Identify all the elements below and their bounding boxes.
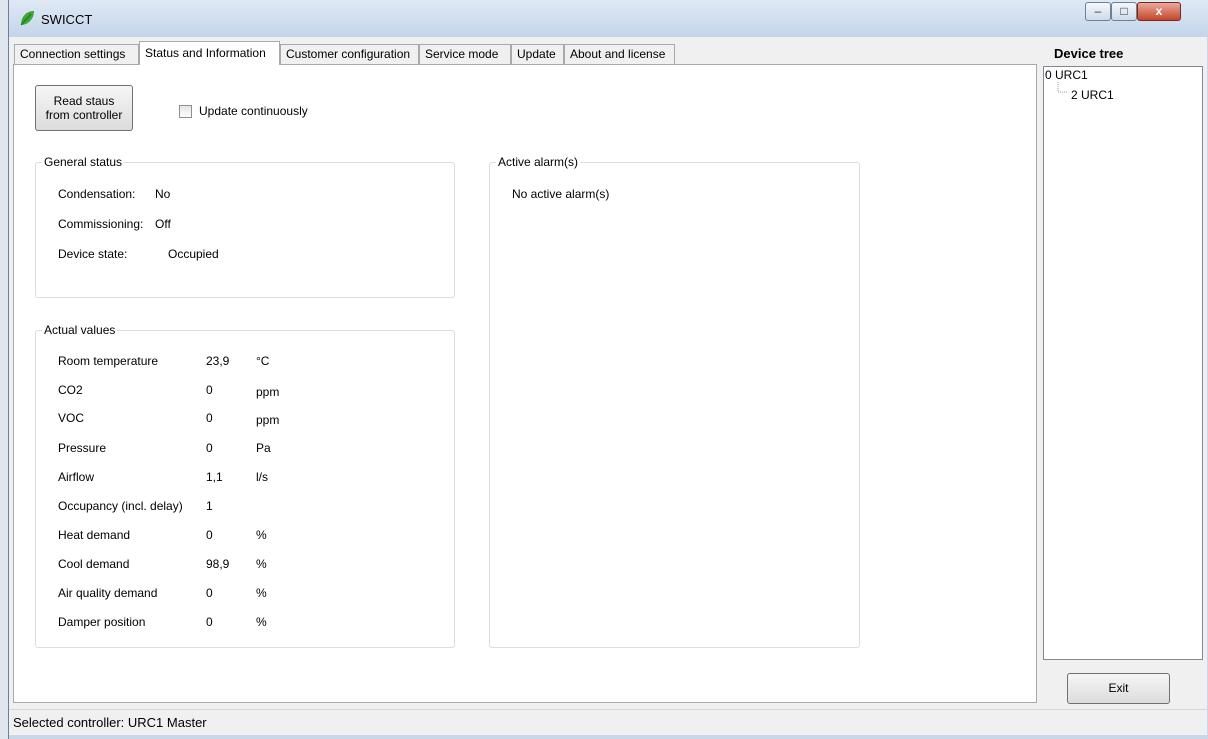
air-quality-demand-value: 0 bbox=[206, 586, 213, 600]
device-state-label: Device state: bbox=[58, 247, 128, 261]
maximize-button[interactable]: □ bbox=[1111, 2, 1137, 21]
tab-about-and-license[interactable]: About and license bbox=[564, 44, 675, 64]
exit-button[interactable]: Exit bbox=[1067, 673, 1170, 704]
status-bar: Selected controller: URC1 Master bbox=[9, 709, 1207, 733]
tree-node-2-urc1[interactable]: 2 URC1 bbox=[1071, 88, 1114, 102]
heat-demand-unit: % bbox=[256, 528, 267, 542]
condensation-label: Condensation: bbox=[58, 187, 136, 201]
leaf-logo-icon bbox=[20, 11, 34, 26]
air-quality-demand-label: Air quality demand bbox=[58, 586, 158, 600]
co2-label: CO2 bbox=[58, 383, 83, 397]
client-area: Connection settings Status and Informati… bbox=[9, 37, 1207, 735]
heat-demand-label: Heat demand bbox=[58, 528, 131, 542]
device-tree-heading: Device tree bbox=[1054, 46, 1124, 61]
room-temperature-value: 23,9 bbox=[206, 354, 230, 368]
damper-position-unit: % bbox=[256, 615, 267, 629]
title-bar: SWICCT – □ x bbox=[9, 0, 1208, 37]
tab-service-mode[interactable]: Service mode bbox=[419, 44, 511, 64]
co2-unit: ppm bbox=[256, 385, 280, 399]
update-continuously-checkbox[interactable] bbox=[179, 105, 192, 118]
active-alarms-group: Active alarm(s) No active alarm(s) bbox=[489, 155, 860, 648]
device-tree[interactable]: 0 URC1 2 URC1 bbox=[1043, 66, 1203, 660]
voc-label: VOC bbox=[58, 411, 85, 425]
co2-value: 0 bbox=[206, 383, 213, 397]
tab-connection-settings[interactable]: Connection settings bbox=[14, 44, 139, 64]
air-quality-demand-unit: % bbox=[256, 586, 267, 600]
minimize-button[interactable]: – bbox=[1085, 2, 1111, 21]
active-alarms-title: Active alarm(s) bbox=[496, 155, 581, 169]
room-temperature-unit: °C bbox=[256, 354, 270, 368]
tab-customer-configuration[interactable]: Customer configuration bbox=[280, 44, 419, 64]
cool-demand-label: Cool demand bbox=[58, 557, 130, 571]
window-title: SWICCT bbox=[41, 12, 93, 27]
airflow-unit: l/s bbox=[256, 470, 268, 484]
general-status-title: General status bbox=[42, 155, 125, 169]
pressure-value: 0 bbox=[206, 441, 213, 455]
general-status-group: General status Condensation: No Commissi… bbox=[35, 155, 455, 298]
tree-connector-icon bbox=[1057, 82, 1068, 93]
commissioning-value: Off bbox=[155, 217, 171, 231]
occupancy-label: Occupancy (incl. delay) bbox=[58, 499, 183, 513]
voc-unit: ppm bbox=[256, 413, 280, 427]
heat-demand-value: 0 bbox=[206, 528, 213, 542]
cool-demand-unit: % bbox=[256, 557, 267, 571]
tree-node-0-urc1[interactable]: 0 URC1 bbox=[1045, 68, 1088, 82]
cool-demand-value: 98,9 bbox=[206, 557, 230, 571]
status-text: Selected controller: URC1 Master bbox=[13, 715, 207, 730]
app-window: SWICCT – □ x Connection settings Status … bbox=[8, 0, 1208, 739]
occupancy-value: 1 bbox=[206, 499, 213, 513]
damper-position-value: 0 bbox=[206, 615, 213, 629]
condensation-value: No bbox=[155, 187, 171, 201]
tab-status-and-information[interactable]: Status and Information bbox=[139, 41, 280, 65]
voc-value: 0 bbox=[206, 411, 213, 425]
actual-values-title: Actual values bbox=[42, 323, 118, 337]
active-alarms-message: No active alarm(s) bbox=[512, 187, 610, 201]
airflow-label: Airflow bbox=[58, 470, 95, 484]
room-temperature-label: Room temperature bbox=[58, 354, 159, 368]
read-status-button[interactable]: Read staus from controller bbox=[35, 85, 133, 131]
tab-update[interactable]: Update bbox=[511, 44, 564, 64]
commissioning-label: Commissioning: bbox=[58, 217, 144, 231]
airflow-value: 1,1 bbox=[206, 470, 223, 484]
damper-position-label: Damper position bbox=[58, 615, 146, 629]
update-continuously-label[interactable]: Update continuously bbox=[199, 104, 308, 118]
device-state-value: Occupied bbox=[168, 247, 219, 261]
tab-panel-status: Read staus from controller Update contin… bbox=[13, 64, 1037, 703]
pressure-label: Pressure bbox=[58, 441, 107, 455]
pressure-unit: Pa bbox=[256, 441, 271, 455]
actual-values-group: Actual values Room temperature 23,9 °C C… bbox=[35, 323, 455, 648]
close-button[interactable]: x bbox=[1137, 2, 1181, 21]
